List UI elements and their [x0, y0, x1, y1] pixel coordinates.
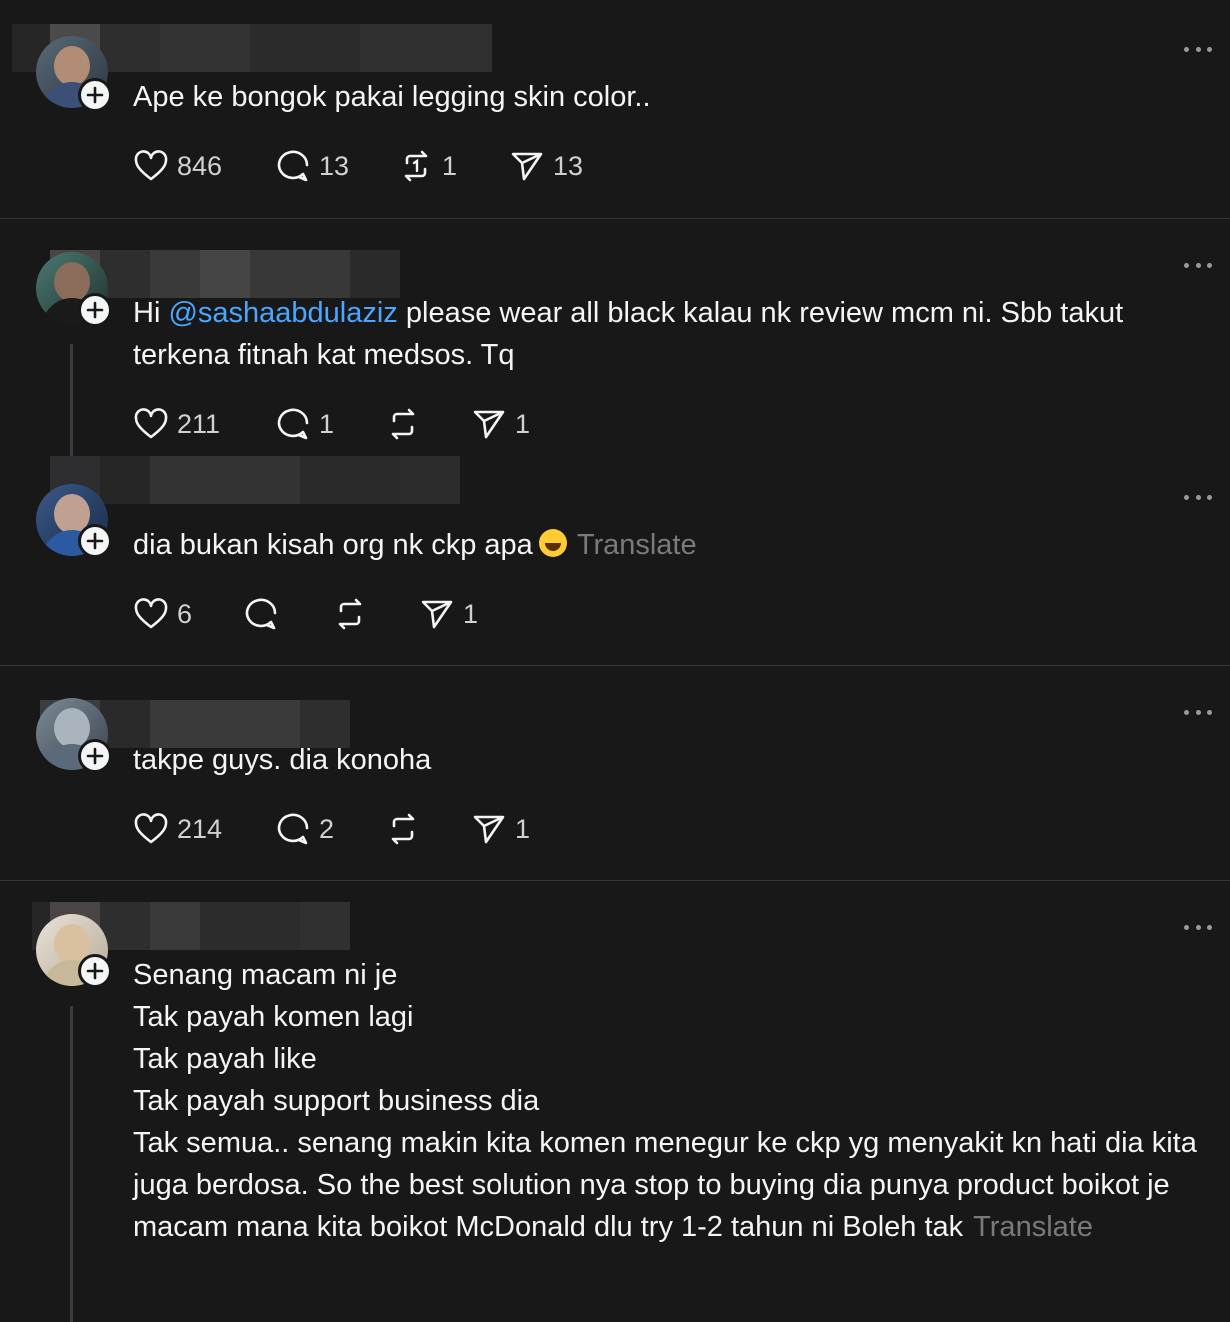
translate-link[interactable]: Translate	[973, 1211, 1093, 1243]
heart-icon	[134, 408, 168, 439]
reply-button[interactable]: 1	[275, 404, 334, 444]
comment-icon	[245, 598, 277, 630]
repost-button[interactable]	[332, 594, 376, 634]
laughing-emoji-icon	[538, 529, 567, 557]
heart-icon	[134, 813, 168, 844]
like-button[interactable]: 214	[133, 809, 222, 849]
like-button[interactable]: 846	[133, 146, 222, 186]
threads-feed: Ape ke bongok pakai legging skin color..…	[0, 0, 1230, 1322]
repost-button[interactable]: 1	[398, 146, 457, 186]
action-bar: 211 1 1	[133, 404, 553, 444]
repost-count: 1	[442, 150, 458, 181]
send-icon	[473, 410, 505, 439]
follow-plus-icon[interactable]	[78, 524, 112, 558]
heart-icon	[134, 150, 168, 181]
like-button[interactable]: 211	[133, 404, 220, 444]
post-text-body: Senang macam ni je Tak payah komen lagi …	[133, 959, 1197, 1243]
divider	[0, 880, 1230, 881]
post-text-start: Hi	[133, 297, 169, 329]
post-text: Ape ke bongok pakai legging skin color..	[133, 81, 651, 113]
reply-button[interactable]: 2	[275, 809, 334, 849]
action-bar: 214 2 1	[133, 809, 553, 849]
share-count: 13	[553, 150, 584, 181]
send-icon	[473, 815, 505, 844]
like-count: 211	[177, 408, 221, 439]
share-count: 1	[515, 813, 531, 844]
send-icon	[421, 600, 453, 629]
repost-icon	[338, 598, 362, 630]
repost-icon	[391, 813, 415, 845]
share-button[interactable]: 1	[471, 809, 530, 849]
divider	[0, 218, 1230, 219]
share-button[interactable]: 1	[471, 404, 530, 444]
follow-plus-icon[interactable]	[78, 78, 112, 112]
share-count: 1	[463, 598, 479, 629]
translate-link[interactable]: Translate	[577, 529, 697, 561]
like-count: 214	[177, 813, 223, 844]
like-count: 6	[177, 598, 193, 629]
divider	[0, 665, 1230, 666]
repost-button[interactable]	[385, 809, 429, 849]
reply-count: 13	[319, 150, 350, 181]
comment-icon	[277, 408, 309, 440]
share-count: 1	[515, 408, 531, 439]
repost-button[interactable]	[385, 404, 429, 444]
repost-icon	[391, 408, 415, 440]
more-dots-icon[interactable]	[1184, 707, 1212, 717]
share-button[interactable]: 13	[509, 146, 583, 186]
comment-icon	[277, 150, 309, 182]
post-text-body: dia bukan kisah org nk ckp apa	[133, 529, 533, 561]
reply-button[interactable]: 13	[275, 146, 349, 186]
heart-icon	[134, 598, 168, 629]
reply-count: 1	[319, 408, 335, 439]
follow-plus-icon[interactable]	[78, 739, 112, 773]
follow-plus-icon[interactable]	[78, 954, 112, 988]
share-button[interactable]: 1	[419, 594, 478, 634]
more-dots-icon[interactable]	[1184, 260, 1212, 270]
post-text: takpe guys. dia konoha	[133, 744, 432, 776]
blurred-username	[50, 456, 460, 504]
repost-icon	[404, 150, 428, 182]
post-text: Senang macam ni je Tak payah komen lagi …	[133, 954, 1213, 1248]
mention-link[interactable]: @sashaabdulaziz	[168, 297, 397, 329]
more-dots-icon[interactable]	[1184, 492, 1212, 502]
reply-button[interactable]	[243, 594, 287, 634]
more-dots-icon[interactable]	[1184, 922, 1212, 932]
action-bar: 6 1	[133, 594, 533, 634]
comment-icon	[277, 813, 309, 845]
follow-plus-icon[interactable]	[78, 293, 112, 327]
reply-count: 2	[319, 813, 335, 844]
like-button[interactable]: 6	[133, 594, 192, 634]
post-text: dia bukan kisah org nk ckp apa Translate	[133, 524, 1213, 566]
post-text: Hi @sashaabdulaziz please wear all black…	[133, 292, 1213, 376]
thread-line	[70, 1006, 73, 1322]
like-count: 846	[177, 150, 223, 181]
thread-line	[70, 344, 73, 456]
action-bar: 846 13 1 13	[133, 146, 633, 186]
send-icon	[511, 152, 543, 181]
more-dots-icon[interactable]	[1184, 44, 1212, 54]
